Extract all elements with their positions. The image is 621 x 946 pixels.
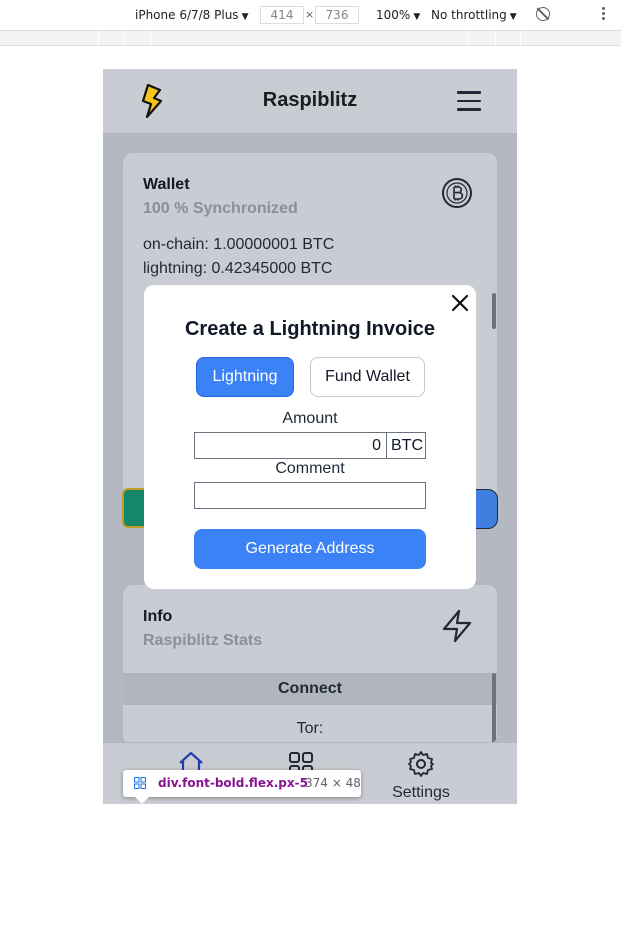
nav-settings[interactable]: Settings bbox=[381, 749, 461, 802]
inspect-selector: div.font-bold.flex.px-5 bbox=[158, 776, 308, 790]
devtools-device-toolbar: iPhone 6/7/8 Plus ▼ 414 × 736 100% ▼ No th… bbox=[0, 0, 621, 31]
chevron-down-icon: ▼ bbox=[241, 12, 249, 22]
tab-lightning[interactable]: Lightning bbox=[196, 357, 294, 397]
wallet-title: Wallet bbox=[143, 176, 190, 193]
lightning-balance: lightning: 0.42345000 BTC bbox=[143, 260, 333, 277]
connect-header: Connect bbox=[123, 673, 497, 705]
throttling-selector[interactable]: No throttling ▼ bbox=[431, 8, 517, 22]
device-selector[interactable]: iPhone 6/7/8 Plus ▼ bbox=[135, 8, 248, 22]
onchain-balance: on-chain: 1.00000001 BTC bbox=[143, 236, 335, 253]
zoom-value: 100% bbox=[376, 8, 411, 22]
tor-label: Tor: bbox=[296, 720, 324, 737]
device-name: iPhone 6/7/8 Plus bbox=[135, 8, 239, 22]
chevron-down-icon: ▼ bbox=[413, 12, 421, 22]
wallet-scrollbar[interactable] bbox=[492, 293, 496, 329]
bitcoin-icon bbox=[442, 178, 472, 208]
app-header: Raspiblitz bbox=[103, 69, 517, 133]
amount-field[interactable]: 0 BTC bbox=[194, 432, 426, 459]
info-title: Info bbox=[143, 608, 173, 625]
info-subtitle: Raspiblitz Stats bbox=[143, 632, 263, 649]
nav-settings-label: Settings bbox=[392, 784, 450, 801]
amount-unit: BTC bbox=[391, 437, 423, 454]
zap-icon bbox=[442, 609, 472, 643]
tab-fund-wallet[interactable]: Fund Wallet bbox=[310, 357, 425, 397]
generate-address-button[interactable]: Generate Address bbox=[194, 529, 426, 569]
comment-input[interactable] bbox=[194, 482, 426, 509]
wallet-sync-status: 100 % Synchronized bbox=[143, 200, 298, 217]
media-query-ruler bbox=[0, 31, 621, 46]
amount-label: Amount bbox=[282, 410, 338, 427]
amount-input[interactable]: 0 bbox=[195, 433, 387, 458]
inspect-size: 374 × 48 bbox=[305, 776, 361, 790]
info-card: Info Raspiblitz Stats Connect Tor: bbox=[123, 585, 497, 745]
throttling-value: No throttling bbox=[431, 8, 507, 22]
modal-title: Create a Lightning Invoice bbox=[184, 318, 436, 340]
close-icon[interactable] bbox=[450, 293, 470, 313]
chevron-down-icon: ▼ bbox=[509, 12, 517, 22]
dimension-separator: × bbox=[305, 8, 315, 21]
gear-icon bbox=[408, 751, 434, 777]
width-input[interactable]: 414 bbox=[260, 6, 304, 24]
invoice-modal: Create a Lightning Invoice Lightning Fun… bbox=[144, 285, 476, 589]
flex-layout-icon bbox=[134, 777, 146, 789]
hamburger-menu-icon[interactable] bbox=[457, 91, 481, 111]
zoom-selector[interactable]: 100% ▼ bbox=[376, 8, 420, 22]
inspect-tooltip: div.font-bold.flex.px-5 374 × 48 bbox=[123, 770, 361, 804]
device-viewport: Raspiblitz Wallet 100 % Synchronized on-… bbox=[103, 69, 517, 804]
more-options-icon[interactable] bbox=[597, 6, 609, 24]
app-title: Raspiblitz bbox=[262, 89, 358, 111]
height-input[interactable]: 736 bbox=[315, 6, 359, 24]
info-scrollbar[interactable] bbox=[492, 673, 496, 745]
comment-label: Comment bbox=[275, 460, 345, 477]
rotate-icon[interactable] bbox=[536, 7, 550, 21]
